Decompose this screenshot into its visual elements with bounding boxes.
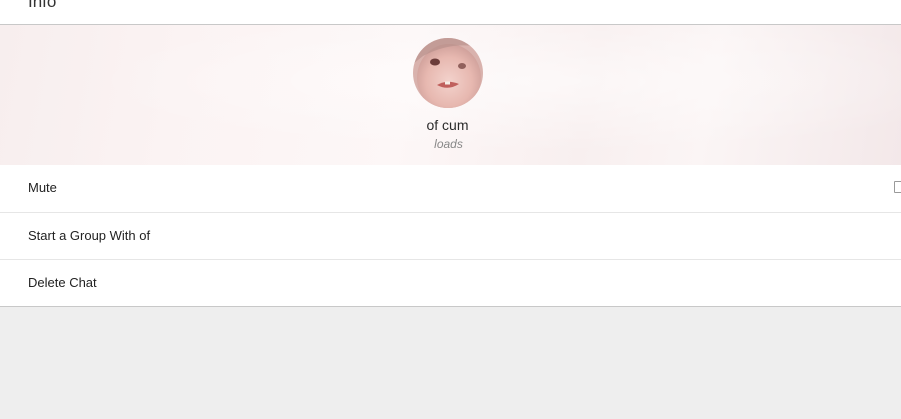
start-group-label: Start a Group With of — [28, 228, 151, 243]
start-group-item[interactable]: Start a Group With of — [0, 212, 901, 259]
contact-status: loads — [434, 137, 463, 151]
chat-options-list: Mute Start a Group With of Delete Chat — [0, 165, 901, 307]
profile-banner: of cum loads — [0, 25, 901, 165]
mute-label: Mute — [28, 180, 57, 195]
contact-name: of cum — [426, 117, 469, 133]
top-bar: Info — [0, 0, 901, 25]
delete-chat-label: Delete Chat — [28, 275, 97, 290]
delete-chat-item[interactable]: Delete Chat — [0, 259, 901, 306]
mute-item[interactable]: Mute — [0, 165, 901, 212]
page-title: Info — [28, 0, 57, 11]
mute-checkbox[interactable] — [894, 181, 901, 193]
avatar-photo-icon — [413, 38, 483, 108]
avatar[interactable] — [413, 38, 483, 108]
